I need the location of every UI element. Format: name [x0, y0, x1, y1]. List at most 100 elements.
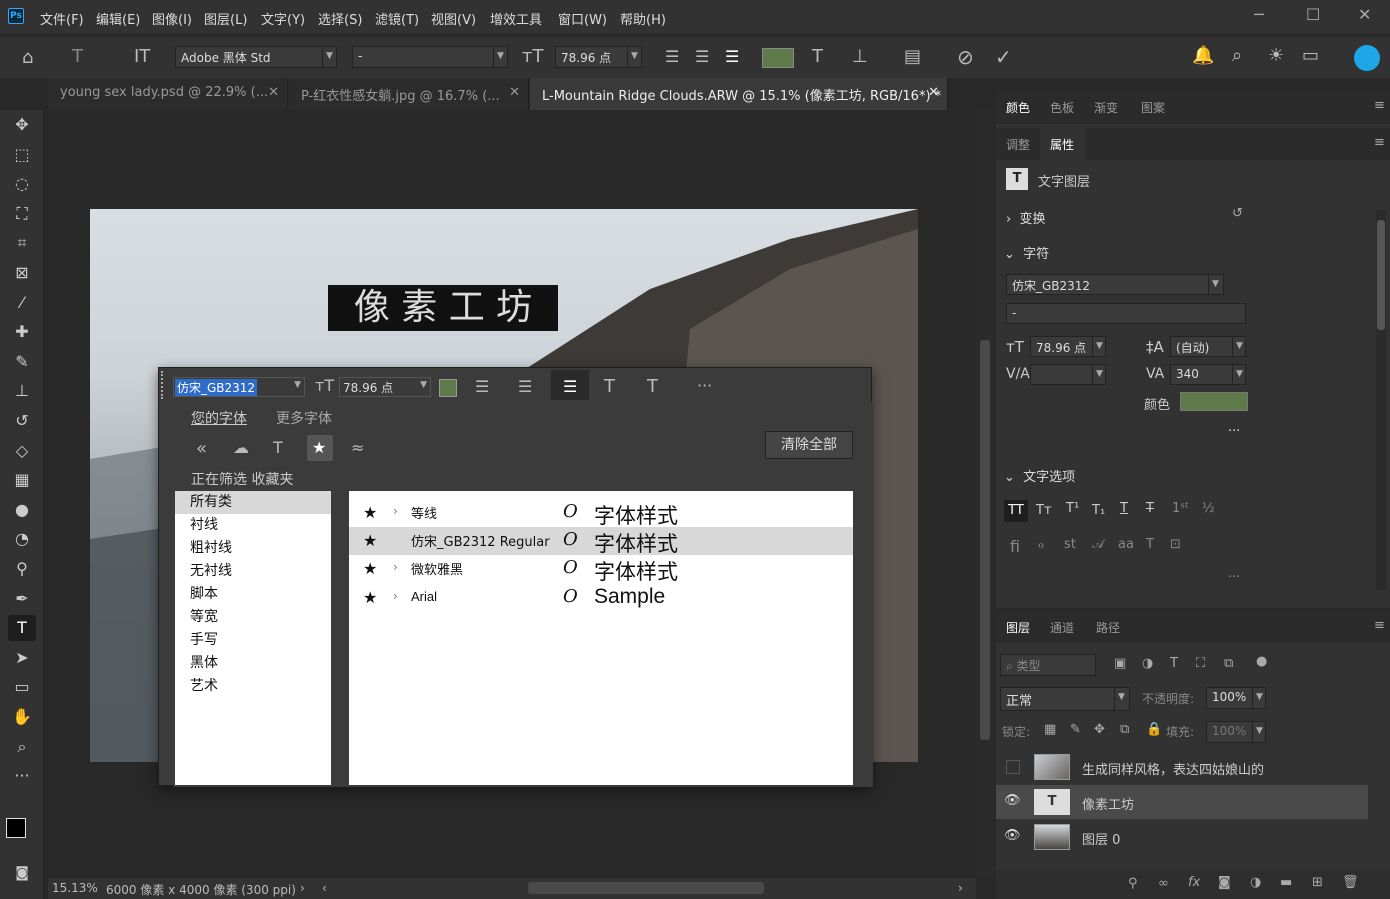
smudge-tool-icon[interactable]: ⚲: [8, 556, 36, 582]
discover-icon[interactable]: ☀: [1268, 45, 1284, 66]
section-character[interactable]: ⌄ 字符: [1004, 243, 1049, 262]
trash-icon[interactable]: 🗑: [1342, 875, 1359, 890]
align-right-button[interactable]: ☰: [551, 370, 589, 400]
superscript-icon[interactable]: T¹: [1066, 501, 1079, 516]
menu-window[interactable]: 窗口(W): [558, 9, 607, 28]
commit-icon[interactable]: ✓: [995, 45, 1012, 69]
home-icon[interactable]: ⌂: [22, 47, 33, 68]
tab-doc-2[interactable]: P-红衣性感女躺.jpg @ 16.7% (... ✕: [289, 78, 529, 110]
align-center-icon[interactable]: ☰: [695, 47, 709, 66]
drag-handle-icon[interactable]: [161, 371, 165, 399]
chevron-right-icon[interactable]: ›: [393, 589, 398, 603]
path-select-tool-icon[interactable]: ➤: [8, 645, 36, 671]
tab-paths[interactable]: 路径: [1096, 619, 1120, 636]
warp-text-icon[interactable]: T: [604, 376, 615, 397]
menu-file[interactable]: 文件(F): [40, 9, 84, 28]
blur-tool-icon[interactable]: ●: [8, 497, 36, 523]
zoom-level[interactable]: 15.13%: [52, 881, 98, 895]
eye-icon[interactable]: 👁: [1004, 793, 1021, 808]
chevron-left-icon[interactable]: ‹: [322, 881, 327, 895]
menu-plugins[interactable]: 增效工具: [490, 9, 542, 28]
font-family-input[interactable]: 仿宋_GB2312 ▼: [173, 377, 305, 397]
layer-row[interactable]: 生成同样风格，表达四姑娘山的: [996, 750, 1368, 784]
small-caps-icon[interactable]: Tт: [1036, 503, 1052, 518]
type-tool-icon[interactable]: T: [8, 615, 36, 641]
filter-adjustment-icon[interactable]: ◑: [1142, 656, 1153, 671]
list-item[interactable]: 黑体: [175, 652, 331, 675]
link-layers-icon[interactable]: ∞: [1158, 876, 1169, 891]
ligatures-icon[interactable]: fi: [1010, 537, 1020, 556]
reset-icon[interactable]: ↺: [1232, 206, 1243, 221]
menu-edit[interactable]: 编辑(E): [96, 9, 140, 28]
similar-fonts-icon[interactable]: T: [273, 438, 283, 457]
all-caps-icon[interactable]: TT: [1004, 500, 1028, 522]
blend-mode-select[interactable]: 正常: [1000, 687, 1130, 711]
type-tool-icon[interactable]: T: [72, 46, 83, 67]
discretionary-ligatures-icon[interactable]: st: [1064, 537, 1076, 552]
star-icon[interactable]: ★: [363, 559, 377, 578]
lock-all-icon[interactable]: 🔒: [1146, 722, 1162, 737]
strikethrough-icon[interactable]: T: [1146, 501, 1154, 516]
chevron-down-icon[interactable]: ▼: [1114, 687, 1128, 711]
dodge-tool-icon[interactable]: ◔: [8, 526, 36, 552]
warp-text-icon[interactable]: T: [812, 46, 823, 67]
lock-transparent-icon[interactable]: ▦: [1044, 722, 1056, 737]
align-right-icon[interactable]: ☰: [725, 47, 739, 66]
tab-channels[interactable]: 通道: [1050, 619, 1074, 636]
font-style-field[interactable]: -: [352, 46, 508, 68]
zoom-tool-icon[interactable]: ⌕: [8, 734, 36, 760]
filter-pixel-icon[interactable]: ▣: [1114, 656, 1126, 671]
more-tools-icon[interactable]: ···: [8, 763, 36, 789]
character-panel-icon[interactable]: ▤: [904, 46, 921, 67]
filter-shape-icon[interactable]: ⛶: [1196, 656, 1205, 671]
search-icon[interactable]: ⌕: [1232, 45, 1242, 66]
approximate-icon[interactable]: ≈: [351, 438, 364, 457]
more-icon[interactable]: ···: [697, 376, 712, 395]
healing-brush-icon[interactable]: ✚: [8, 319, 36, 345]
chevron-right-icon[interactable]: ›: [393, 504, 398, 518]
contextual-icon[interactable]: ⊡: [1170, 537, 1181, 552]
brush-tool-icon[interactable]: ✎: [8, 349, 36, 375]
text-color-swatch[interactable]: [439, 379, 457, 397]
close-icon[interactable]: ✕: [928, 85, 939, 100]
layer-kind-filter[interactable]: ⌕ 类型: [1000, 654, 1096, 676]
font-size-input[interactable]: 78.96 点 ▼: [339, 377, 431, 397]
crop-tool-icon[interactable]: ⌗: [8, 230, 36, 256]
chevron-down-icon[interactable]: ▼: [1232, 364, 1246, 385]
tab-doc-3[interactable]: L-Mountain Ridge Clouds.ARW @ 15.1% (像素工…: [530, 78, 948, 110]
menu-image[interactable]: 图像(I): [152, 9, 192, 28]
properties-scrollbar[interactable]: [1376, 210, 1386, 590]
lock-position-icon[interactable]: ✥: [1094, 722, 1105, 737]
quick-mask-icon[interactable]: ◙: [8, 860, 36, 886]
layer-row[interactable]: 👁 图层 0: [996, 820, 1368, 854]
rectangle-tool-icon[interactable]: ▭: [8, 674, 36, 700]
tab-patterns[interactable]: 图案: [1141, 99, 1165, 116]
chevron-right-icon[interactable]: ›: [300, 881, 305, 895]
font-row[interactable]: ★ › 等线 O 字体样式: [349, 499, 853, 528]
marquee-tool-icon[interactable]: ⬚: [8, 142, 36, 168]
lock-image-icon[interactable]: ✎: [1070, 722, 1081, 737]
scroll-thumb[interactable]: [1377, 220, 1385, 330]
chevron-down-icon[interactable]: ▼: [1208, 274, 1222, 295]
adjustment-layer-icon[interactable]: ◑: [1250, 875, 1261, 890]
tab-adjustments[interactable]: 调整: [1006, 136, 1030, 153]
tab-layers[interactable]: 图层: [1006, 619, 1030, 636]
ordinals-icon[interactable]: 1ˢᵗ: [1172, 501, 1189, 516]
visibility-toggle[interactable]: [1006, 760, 1020, 774]
link-icon[interactable]: ⚲: [1128, 876, 1138, 891]
character-font-field[interactable]: 仿宋_GB2312: [1006, 274, 1224, 295]
chevron-right-icon[interactable]: ›: [958, 881, 963, 895]
maximize-icon[interactable]: ☐: [1306, 5, 1320, 24]
list-item[interactable]: 粗衬线: [175, 537, 331, 560]
tab-gradients[interactable]: 渐变: [1094, 99, 1118, 116]
chevron-down-icon[interactable]: ▼: [294, 380, 301, 390]
avatar[interactable]: [1354, 45, 1380, 71]
menu-select[interactable]: 选择(S): [318, 9, 362, 28]
tab-color[interactable]: 颜色: [1006, 99, 1030, 116]
font-row[interactable]: ★ 仿宋_GB2312 Regular O 字体样式: [349, 527, 853, 556]
document-info[interactable]: 6000 像素 x 4000 像素 (300 ppi): [106, 881, 296, 898]
chevron-down-icon[interactable]: ▼: [1092, 364, 1106, 385]
star-icon[interactable]: ★: [363, 503, 377, 522]
bell-icon[interactable]: 🔔: [1192, 45, 1214, 66]
tab-your-fonts[interactable]: 您的字体: [191, 408, 247, 428]
